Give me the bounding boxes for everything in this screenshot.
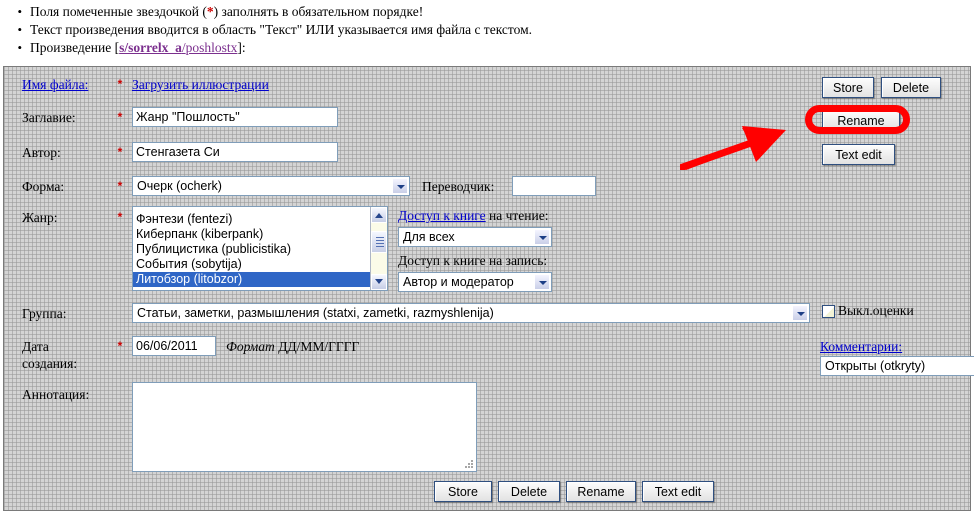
note-required-prefix: Поля помеченные звездочкой ( [30,4,207,19]
store-button-top[interactable]: Store [822,77,874,98]
work-line-label: Произведение [ [30,40,119,55]
work-dir-link[interactable]: s/sorrelx_a [119,40,182,55]
title-required-star: * [114,110,126,124]
work-properties-form: Имя файла: * Загрузить иллюстрации Загла… [3,66,971,511]
work-name-link[interactable]: poshlostx [186,40,238,55]
note-text-input: • Текст произведения вводится в область … [0,22,974,37]
genre-item-2[interactable]: Публицистика (publicistika) [133,242,370,257]
comments-select-value: Открыты (otkryty) [825,358,974,375]
form-type-label: Форма: [22,179,114,195]
filename-required-star: * [114,77,126,91]
form-type-required-star: * [114,179,126,193]
genre-item-0[interactable]: Фэнтези (fentezi) [133,212,370,227]
notes-list: • Поля помеченные звездочкой (*) заполня… [0,0,974,58]
form-type-select-value: Очерк (ocherk) [137,178,390,195]
author-required-star: * [114,145,126,159]
text-edit-button-bottom[interactable]: Text edit [642,481,714,502]
bullet-icon: • [0,40,30,55]
creation-date-input[interactable] [132,336,216,356]
annotation-label: Аннотация: [22,387,89,403]
date-label-line2: создания: [22,356,77,372]
form-type-select[interactable]: Очерк (ocherk) [132,176,410,196]
translator-label: Переводчик: [422,179,494,195]
genre-label: Жанр: [22,210,114,226]
note-required-suffix: ) заполнять в обязательном порядке! [214,4,424,19]
access-read-select[interactable]: Для всех [398,227,552,247]
access-book-link[interactable]: Доступ к книге [398,208,486,223]
chevron-down-icon[interactable] [534,229,550,245]
page-root: • Поля помеченные звездочкой (*) заполня… [0,0,974,514]
scroll-up-arrow-icon[interactable] [371,207,387,223]
annotation-textarea[interactable] [132,382,477,472]
bullet-icon: • [0,4,30,19]
ratings-off-field[interactable]: Выкл.оценки [822,303,914,319]
note-work-path: • Произведение [s/sorrelx_a/poshlostx]: [0,40,974,55]
resize-grip-icon[interactable] [465,460,474,469]
access-read-label: Доступ к книге на чтение: [398,208,549,224]
delete-button-top[interactable]: Delete [881,77,941,98]
access-write-select-value: Автор и модератор [403,274,532,291]
ratings-off-checkbox[interactable] [822,305,835,318]
rename-button-top[interactable]: Rename [822,110,900,131]
genre-listbox[interactable]: Фэнтези (fentezi) Киберпанк (kiberpank) … [132,206,388,291]
genre-required-star: * [114,210,126,224]
translator-input[interactable] [512,176,596,196]
author-label: Автор: [22,145,114,161]
genre-listbox-items: Фэнтези (fentezi) Киберпанк (kiberpank) … [133,207,370,290]
store-button-bottom[interactable]: Store [434,481,492,502]
access-write-select[interactable]: Автор и модератор [398,272,552,292]
access-read-select-value: Для всех [403,229,532,246]
date-format-hint-italic: Формат [226,339,275,354]
group-select[interactable]: Статьи, заметки, размышления (statxi, za… [132,303,810,323]
upload-illustrations-link[interactable]: Загрузить иллюстрации [132,77,269,93]
comments-select[interactable]: Открыты (otkryty) [820,356,974,376]
access-write-label: Доступ к книге на запись: [398,253,547,269]
genre-listbox-scrollbar[interactable] [370,207,387,290]
note-text-input-label: Текст произведения вводится в область "Т… [30,22,532,37]
genre-item-1[interactable]: Киберпанк (kiberpank) [133,227,370,242]
text-edit-button-top[interactable]: Text edit [822,144,895,165]
author-input[interactable] [132,142,338,162]
filename-label-link[interactable]: Имя файла: [22,77,114,93]
rename-button-bottom[interactable]: Rename [566,481,636,502]
date-format-hint-value: ДД/ММ/ГГГГ [275,339,360,354]
access-read-suffix: на чтение: [486,208,549,223]
chevron-down-icon[interactable] [534,274,550,290]
group-select-value: Статьи, заметки, размышления (statxi, za… [137,305,790,322]
note-required-fields: • Поля помеченные звездочкой (*) заполня… [0,4,974,19]
date-format-hint: Формат ДД/ММ/ГГГГ [226,339,359,355]
work-line-tail: ]: [237,40,245,55]
title-input[interactable] [132,107,338,127]
bullet-icon: • [0,22,30,37]
genre-item-4-selected[interactable]: Литобзор (litobzor) [133,272,370,287]
date-required-star: * [114,339,126,353]
chevron-down-icon[interactable] [392,178,408,194]
title-label: Заглавие: [22,110,114,126]
genre-item-3[interactable]: События (sobytija) [133,257,370,272]
required-star-icon: * [207,4,214,19]
comments-link[interactable]: Комментарии: [820,339,902,355]
delete-button-bottom[interactable]: Delete [498,481,560,502]
scrollbar-thumb[interactable] [371,231,387,253]
chevron-down-icon[interactable] [792,305,808,321]
group-label: Группа: [22,306,114,322]
date-label-line1: Дата [22,339,49,355]
ratings-off-label: Выкл.оценки [838,303,914,319]
scroll-down-arrow-icon[interactable] [371,274,387,290]
